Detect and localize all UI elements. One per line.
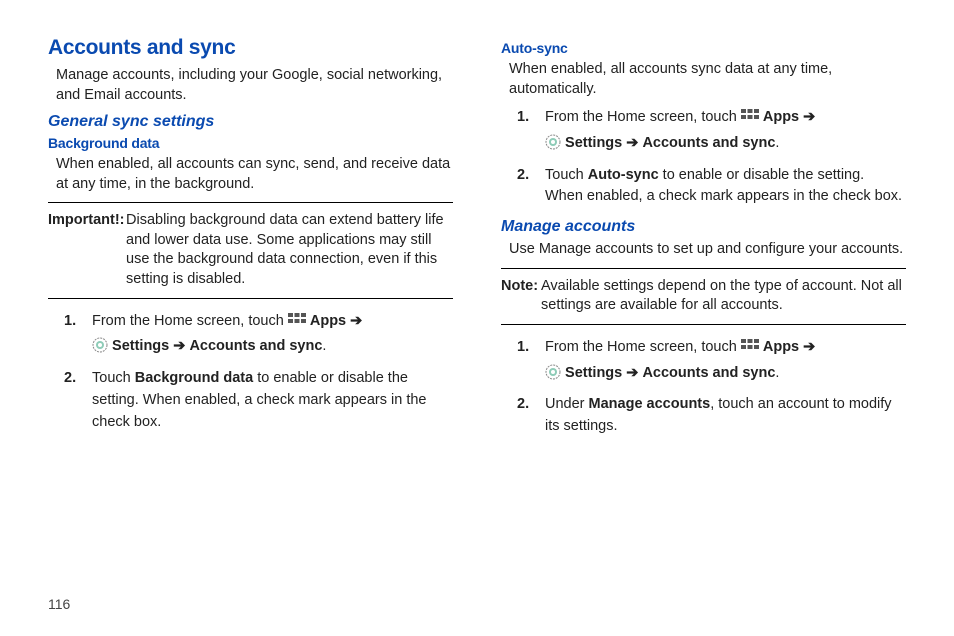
- step-number: 1.: [517, 337, 529, 359]
- settings-icon: [92, 337, 108, 353]
- period: .: [775, 365, 779, 381]
- arrow-icon: ➔: [626, 365, 638, 381]
- background-data-steps: 1. From the Home screen, touch Apps ➔ Se…: [56, 311, 453, 434]
- arrow-icon: ➔: [803, 109, 815, 125]
- auto-sync-desc: When enabled, all accounts sync data at …: [509, 60, 906, 99]
- background-data-desc: When enabled, all accounts can sync, sen…: [56, 155, 453, 194]
- list-item: 1. From the Home screen, touch Apps ➔ Se…: [509, 107, 906, 155]
- arrow-icon: ➔: [626, 135, 638, 151]
- heading-manage-accounts: Manage accounts: [501, 218, 906, 236]
- arrow-icon: ➔: [350, 313, 362, 329]
- important-label: Important!:: [48, 211, 125, 231]
- apps-label: Apps: [310, 313, 350, 329]
- accounts-sync-label: Accounts and sync: [642, 365, 775, 381]
- manage-accounts-steps: 1. From the Home screen, touch Apps ➔ Se…: [509, 337, 906, 438]
- apps-label: Apps: [763, 339, 803, 355]
- note-callout: Note: Available settings depend on the t…: [501, 268, 906, 325]
- apps-label: Apps: [763, 109, 803, 125]
- step-text: Touch: [545, 167, 588, 183]
- step-text: From the Home screen, touch: [545, 339, 741, 355]
- heading-general-sync: General sync settings: [48, 113, 453, 131]
- settings-icon: [545, 134, 561, 150]
- step-number: 2.: [517, 165, 529, 187]
- step-number: 2.: [517, 394, 529, 416]
- arrow-icon: ➔: [173, 338, 185, 354]
- list-item: 1. From the Home screen, touch Apps ➔ Se…: [56, 311, 453, 359]
- list-item: 2. Touch Auto-sync to enable or disable …: [509, 165, 906, 209]
- step-line2: Settings ➔ Accounts and sync.: [92, 336, 453, 358]
- settings-label: Settings: [565, 365, 626, 381]
- step-line2: Settings ➔ Accounts and sync.: [545, 133, 906, 155]
- settings-label: Settings: [565, 135, 626, 151]
- apps-icon: [741, 109, 759, 123]
- accounts-sync-label: Accounts and sync: [189, 338, 322, 354]
- step-text: From the Home screen, touch: [545, 109, 741, 125]
- step-text: From the Home screen, touch: [92, 313, 288, 329]
- note-label: Note:: [501, 277, 538, 297]
- step-line2: Settings ➔ Accounts and sync.: [545, 363, 906, 385]
- important-callout: Important!: Disabling background data ca…: [48, 202, 453, 298]
- step-text: Touch: [92, 370, 135, 386]
- page-number: 116: [48, 596, 70, 612]
- accounts-sync-label: Accounts and sync: [642, 135, 775, 151]
- left-column: Accounts and sync Manage accounts, inclu…: [48, 36, 453, 448]
- note-body: Available settings depend on the type of…: [541, 277, 906, 316]
- auto-sync-steps: 1. From the Home screen, touch Apps ➔ Se…: [509, 107, 906, 208]
- auto-sync-bold: Auto-sync: [588, 167, 659, 183]
- manual-page: Accounts and sync Manage accounts, inclu…: [48, 36, 906, 448]
- apps-icon: [288, 313, 306, 327]
- settings-icon: [545, 364, 561, 380]
- list-item: 1. From the Home screen, touch Apps ➔ Se…: [509, 337, 906, 385]
- arrow-icon: ➔: [803, 339, 815, 355]
- manage-accounts-bold: Manage accounts: [589, 396, 711, 412]
- heading-background-data: Background data: [48, 135, 453, 151]
- step-number: 1.: [64, 311, 76, 333]
- settings-label: Settings: [112, 338, 173, 354]
- manage-accounts-desc: Use Manage accounts to set up and config…: [509, 240, 906, 260]
- period: .: [322, 338, 326, 354]
- apps-icon: [741, 339, 759, 353]
- list-item: 2. Touch Background data to enable or di…: [56, 368, 453, 433]
- period: .: [775, 135, 779, 151]
- intro-text: Manage accounts, including your Google, …: [56, 66, 453, 105]
- right-column: Auto-sync When enabled, all accounts syn…: [501, 36, 906, 448]
- heading-auto-sync: Auto-sync: [501, 40, 906, 56]
- step-text: Under: [545, 396, 589, 412]
- background-data-bold: Background data: [135, 370, 253, 386]
- step-number: 1.: [517, 107, 529, 129]
- step-number: 2.: [64, 368, 76, 390]
- list-item: 2. Under Manage accounts, touch an accou…: [509, 394, 906, 438]
- heading-accounts-sync: Accounts and sync: [48, 36, 453, 60]
- important-body: Disabling background data can extend bat…: [126, 211, 453, 289]
